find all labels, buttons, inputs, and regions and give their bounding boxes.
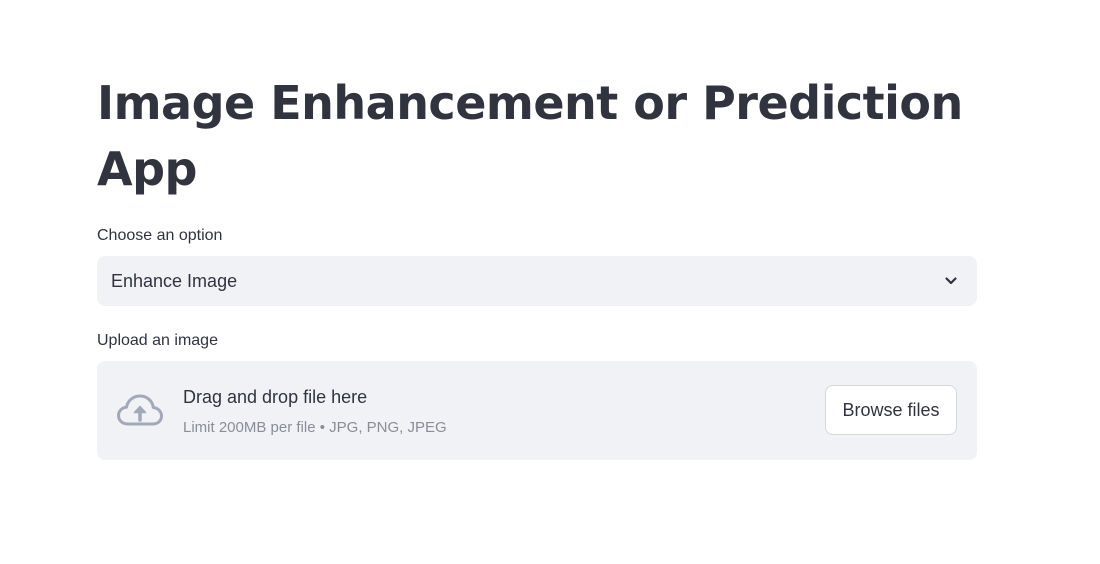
page-title: Image Enhancement or Prediction App (97, 76, 963, 196)
option-select-value: Enhance Image (111, 271, 238, 291)
option-select[interactable]: Enhance Image (97, 256, 977, 306)
dropzone-title: Drag and drop file here (183, 387, 368, 407)
dropzone-limit-text: Limit 200MB per file • JPG, PNG, JPEG (183, 419, 447, 436)
upload-label: Upload an image (97, 332, 218, 349)
file-dropzone[interactable]: Drag and drop file here Limit 200MB per … (97, 361, 977, 460)
option-select-label: Choose an option (97, 227, 223, 244)
cloud-upload-icon (117, 394, 163, 426)
browse-files-button[interactable]: Browse files (825, 385, 957, 435)
chevron-down-icon (945, 277, 957, 285)
